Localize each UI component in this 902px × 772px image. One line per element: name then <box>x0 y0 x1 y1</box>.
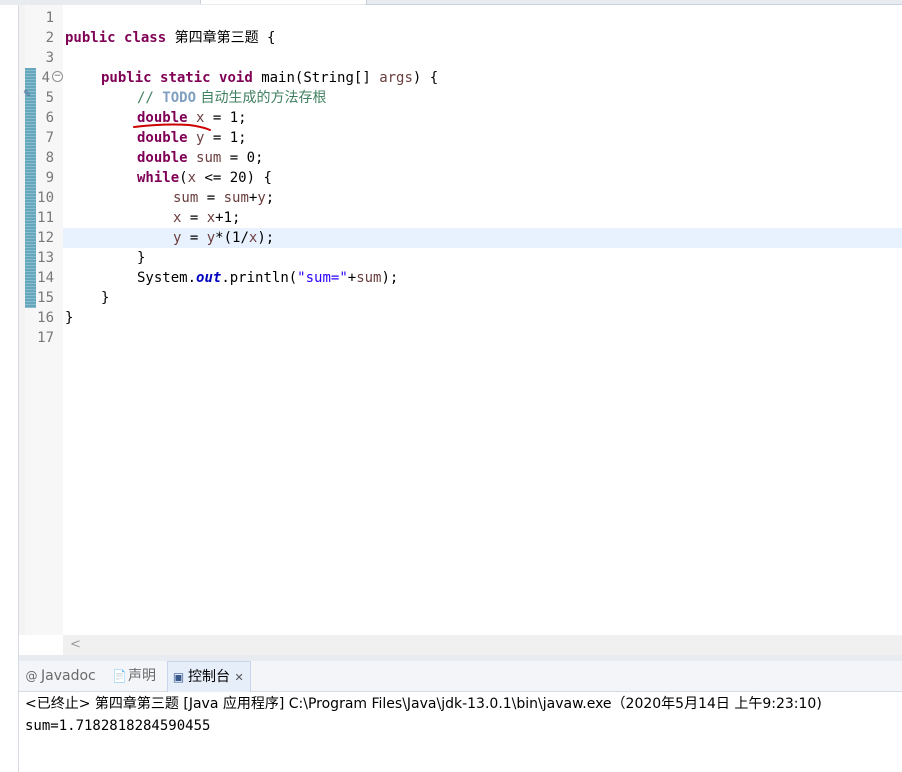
code-line-9: while(x <= 20) { <box>137 168 272 188</box>
declaration-icon: 📄 <box>112 669 127 683</box>
line-number: 1 <box>45 10 54 26</box>
line-number: 9 <box>45 170 54 186</box>
console-output-text: sum=1.7182818284590455 <box>25 718 211 734</box>
keyword: public <box>101 70 152 86</box>
keyword: double <box>137 150 188 166</box>
code-line-4: public static void main(String[] args) { <box>101 68 438 88</box>
static-field: out <box>196 270 222 286</box>
tab-label: 控制台 <box>188 669 230 685</box>
code-rest: System. <box>137 270 197 286</box>
keyword: while <box>137 170 180 186</box>
active-editor-tab[interactable] <box>200 0 367 4</box>
comment-prefix: // <box>137 90 163 106</box>
code-rest: ; <box>265 190 275 206</box>
code-line-15: } <box>101 290 110 306</box>
code-line-14: System.out.println("sum="+sum); <box>137 268 398 288</box>
local-var: y <box>206 230 216 246</box>
line-number: 10 <box>37 190 54 206</box>
fold-toggle-icon[interactable]: − <box>52 71 63 82</box>
tab-label: Javadoc <box>41 668 96 684</box>
code-line-8: double sum = 0; <box>137 148 263 168</box>
keyword: public <box>65 30 116 46</box>
code-line-2: public class 第四章第三题 { <box>65 28 275 48</box>
red-underline-annotation <box>133 123 211 131</box>
code-rest: + <box>347 270 357 286</box>
code-line-10: sum = sum+y; <box>173 188 274 208</box>
code-rest: <= 20) { <box>196 170 272 186</box>
left-border <box>0 5 19 772</box>
code-rest: ( <box>179 170 188 186</box>
task-marker-icon: ✎ <box>23 89 32 100</box>
param-name: args <box>379 70 413 86</box>
tab-declaration[interactable]: 📄声明 <box>112 661 156 691</box>
comment-text: 自动生成的方法存根 <box>196 90 327 106</box>
class-name: 第四章第三题 <box>174 30 259 46</box>
line-number: 5 <box>45 90 54 106</box>
scroll-left-arrow-icon[interactable]: < <box>70 637 81 652</box>
keyword: static <box>160 70 211 86</box>
line-number: 8 <box>45 150 54 166</box>
local-var: sum <box>223 190 249 206</box>
line-number: 17 <box>37 330 54 346</box>
code-line-12: y = y*(1/x); <box>173 228 274 248</box>
line-number: 2 <box>45 30 54 46</box>
tab-label: 声明 <box>128 668 156 684</box>
close-icon[interactable]: ✕ <box>234 671 243 684</box>
code-line-5: // TODO 自动生成的方法存根 <box>137 88 326 108</box>
line-number: 14 <box>37 270 54 286</box>
local-var: x <box>206 210 216 226</box>
code-line-13: } <box>137 250 146 266</box>
horizontal-scrollbar[interactable] <box>63 635 902 655</box>
code-rest: = 0; <box>221 150 264 166</box>
string-literal: "sum=" <box>297 270 348 286</box>
line-number: 13 <box>37 250 54 266</box>
code-rest: ); <box>257 230 275 246</box>
tab-javadoc[interactable]: @ Javadoc <box>25 661 96 691</box>
code-rest: +1; <box>215 210 241 226</box>
javadoc-icon: @ <box>25 669 38 683</box>
line-number: 12 <box>37 230 54 246</box>
console-header: <已终止> 第四章第三题 [Java 应用程序] C:\Program File… <box>25 696 822 712</box>
local-var: sum <box>173 190 199 206</box>
code-rest: = <box>181 210 207 226</box>
code-rest: *(1/ <box>215 230 249 246</box>
line-number: 15 <box>37 290 54 306</box>
brace: { <box>267 30 276 46</box>
tab-console[interactable]: ▣ 控制台 ✕ <box>167 661 251 692</box>
console-icon: ▣ <box>172 670 185 684</box>
local-var: x <box>187 170 197 186</box>
code-line-11: x = x+1; <box>173 208 240 228</box>
code-rest: = <box>198 190 224 206</box>
line-number: 6 <box>45 110 54 126</box>
method-signature: main(String[] <box>261 70 380 86</box>
line-number: 11 <box>37 210 54 226</box>
code-rest: = <box>181 230 207 246</box>
line-number: 4 <box>41 70 50 86</box>
keyword: void <box>219 70 253 86</box>
line-number: 7 <box>45 130 54 146</box>
line-number: 16 <box>37 310 54 326</box>
code-rest: .println( <box>221 270 298 286</box>
code-rest: ); <box>381 270 399 286</box>
local-var: sum <box>196 150 222 166</box>
local-var: sum <box>356 270 382 286</box>
line-number: 3 <box>45 50 54 66</box>
keyword: class <box>124 30 167 46</box>
code-line-16: } <box>65 310 74 326</box>
method-signature-end: ) { <box>412 70 439 86</box>
local-var: y <box>257 190 266 206</box>
todo-tag: TODO <box>162 90 197 106</box>
